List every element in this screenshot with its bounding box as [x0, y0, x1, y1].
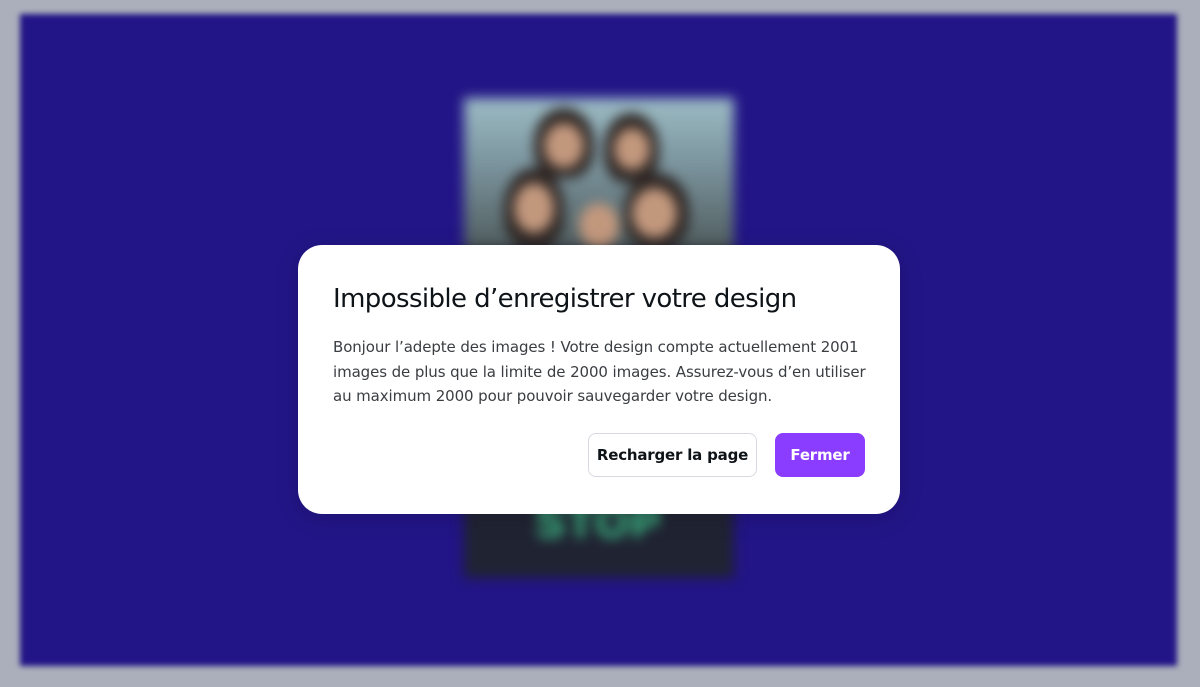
dialog-title: Impossible d’enregistrer votre design	[333, 284, 797, 314]
close-button[interactable]: Fermer	[775, 433, 865, 477]
dialog-message: Bonjour l’adepte des images ! Votre desi…	[333, 338, 866, 405]
reload-page-button[interactable]: Recharger la page	[588, 433, 757, 477]
dialog-actions: Recharger la page Fermer	[588, 433, 865, 477]
save-error-dialog: Impossible d’enregistrer votre design Bo…	[298, 245, 900, 514]
